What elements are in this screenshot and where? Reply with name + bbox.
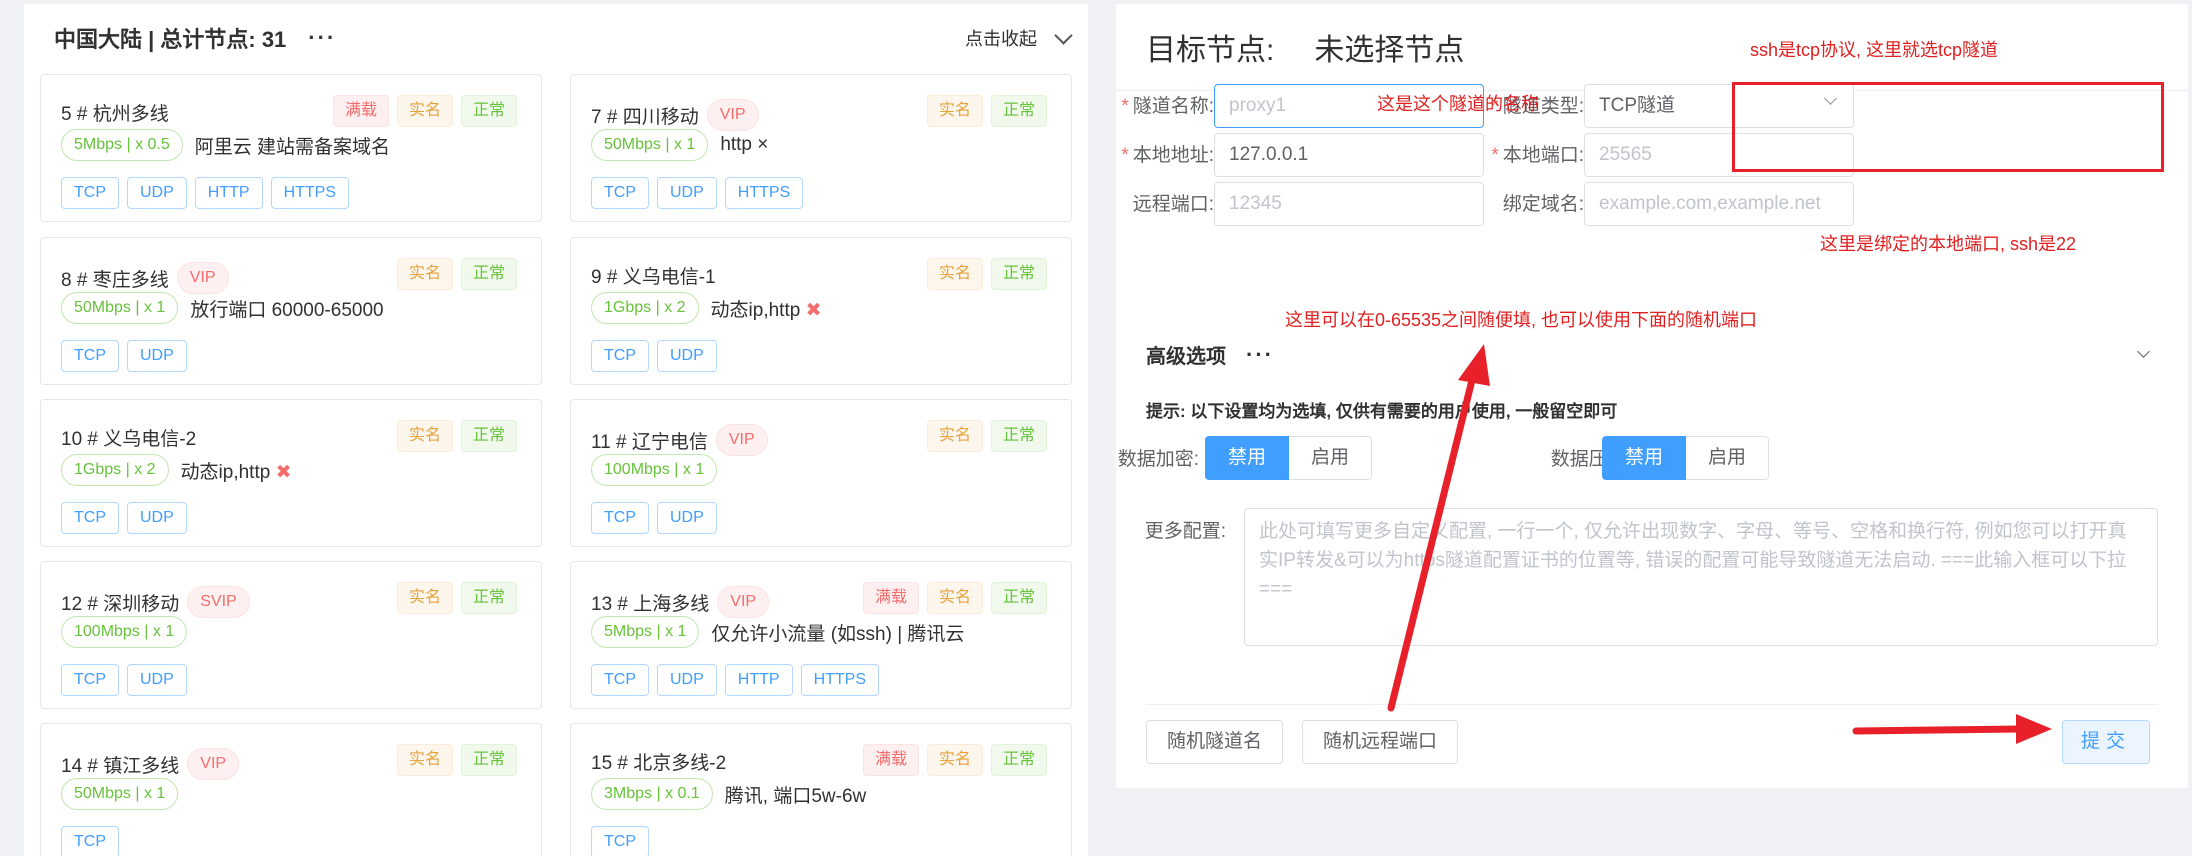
annotation-arrows [1387,344,2052,744]
arrow-right-to-submit [1852,714,2052,744]
arrow-up-to-remote-port [1387,344,1490,712]
